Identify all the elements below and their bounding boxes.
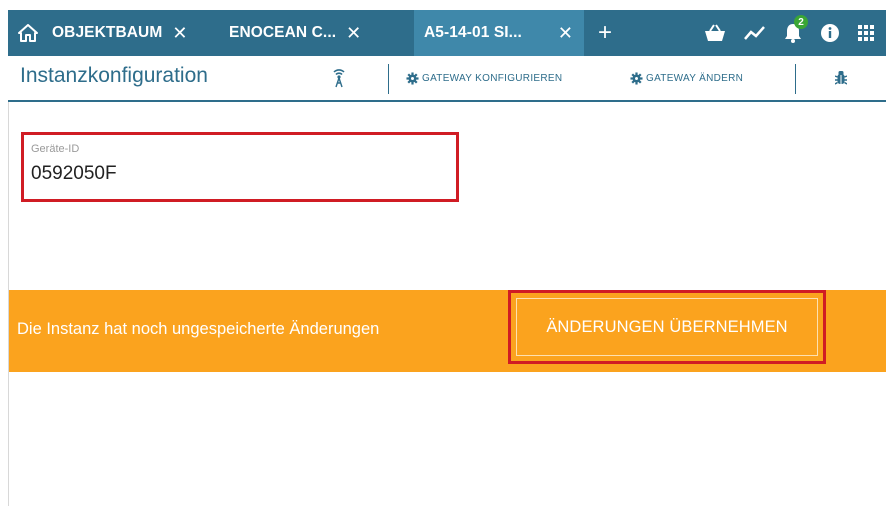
basket-icon[interactable] — [704, 24, 726, 42]
add-tab-button[interactable]: + — [584, 19, 626, 47]
notification-count-badge: 2 — [794, 15, 808, 29]
tab-active-device[interactable]: A5-14-01 SI... ✕ — [414, 10, 584, 56]
tab-objektbaum[interactable]: OBJEKTBAUM ✕ — [48, 10, 227, 56]
tab-bar: OBJEKTBAUM ✕ ENOCEAN C... ✕ A5-14-01 SI.… — [8, 10, 886, 56]
gear-icon — [630, 71, 643, 85]
trend-chart-icon[interactable] — [744, 25, 766, 41]
change-gateway-label: GATEWAY ÄNDERN — [646, 72, 744, 84]
tab-label: ENOCEAN C... — [229, 24, 337, 41]
close-icon[interactable]: ✕ — [558, 23, 573, 44]
notifications-bell-icon[interactable]: 2 — [784, 15, 808, 43]
tab-label: OBJEKTBAUM — [52, 24, 163, 41]
toolbar-divider — [795, 64, 796, 94]
debug-bug-icon[interactable] — [835, 56, 850, 100]
page-title: Instanzkonfiguration — [20, 64, 208, 87]
device-id-field[interactable]: Geräte-ID 0592050F — [21, 132, 459, 202]
antenna-icon[interactable] — [330, 56, 351, 100]
device-id-label: Geräte-ID — [31, 143, 80, 155]
tab-enocean[interactable]: ENOCEAN C... ✕ — [227, 10, 414, 56]
info-icon[interactable] — [820, 23, 840, 43]
apps-grid-icon[interactable] — [858, 25, 874, 41]
device-id-value[interactable]: 0592050F — [31, 163, 117, 185]
instance-toolbar: Instanzkonfiguration GATEWAY KONFIGURIER… — [8, 56, 886, 102]
change-gateway-button[interactable]: GATEWAY ÄNDERN — [630, 56, 743, 100]
configure-gateway-label: GATEWAY KONFIGURIEREN — [422, 72, 563, 84]
close-icon[interactable]: ✕ — [346, 23, 361, 44]
toolbar-divider — [388, 64, 389, 94]
configure-gateway-button[interactable]: GATEWAY KONFIGURIEREN — [406, 56, 562, 100]
apply-changes-highlight: ÄNDERUNGEN ÜBERNEHMEN — [508, 290, 826, 364]
close-icon[interactable]: ✕ — [172, 23, 187, 44]
home-icon[interactable] — [8, 10, 48, 56]
gear-icon — [406, 71, 419, 85]
apply-changes-button[interactable]: ÄNDERUNGEN ÜBERNEHMEN — [516, 298, 818, 356]
tab-label: A5-14-01 SI... — [424, 24, 522, 41]
unsaved-changes-message: Die Instanz hat noch ungespeicherte Ände… — [17, 320, 380, 338]
